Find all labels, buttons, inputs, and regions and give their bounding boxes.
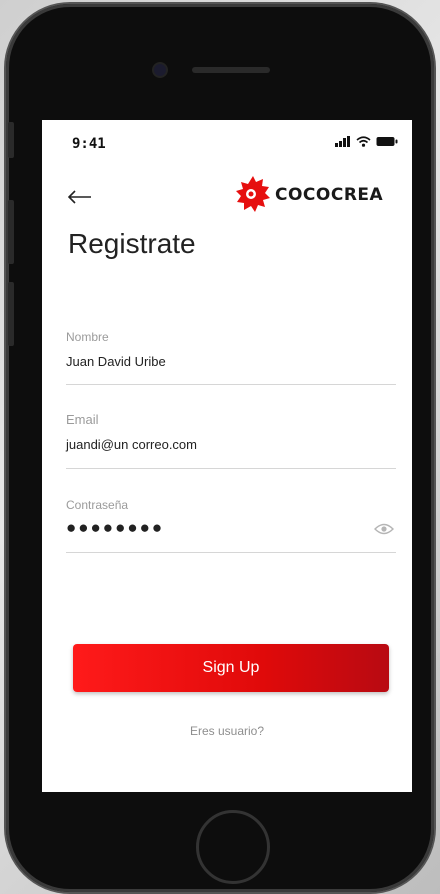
password-field[interactable]: Contraseña ●●●●●●●● xyxy=(66,498,396,553)
gear-flame-logo-icon xyxy=(236,176,270,212)
email-input[interactable]: juandi@un correo.com xyxy=(66,437,396,452)
password-input[interactable]: ●●●●●●●● xyxy=(66,518,396,538)
login-link[interactable]: Eres usuario? xyxy=(42,724,412,738)
email-field[interactable]: Email juandi@un correo.com xyxy=(66,412,396,469)
earpiece-speaker xyxy=(192,67,270,73)
brand-name: COCOCREA xyxy=(275,185,384,205)
arrow-left-icon[interactable] xyxy=(67,184,92,210)
signal-icon xyxy=(335,136,350,147)
name-field[interactable]: Nombre Juan David Uribe xyxy=(66,330,396,385)
status-time: 9:41 xyxy=(72,136,106,152)
app-screen: 9:41 COCOCREA Registrate Nombre Juan Dav… xyxy=(42,120,412,792)
volume-down-button xyxy=(8,282,14,346)
eye-icon[interactable] xyxy=(374,522,394,540)
brand-logo: COCOCREA xyxy=(234,174,383,216)
sign-up-button[interactable]: Sign Up xyxy=(73,644,389,692)
name-input[interactable]: Juan David Uribe xyxy=(66,354,396,369)
wifi-icon xyxy=(356,136,371,147)
phone-frame: 9:41 COCOCREA Registrate Nombre Juan Dav… xyxy=(6,4,434,892)
page-title: Registrate xyxy=(68,228,196,259)
password-label: Contraseña xyxy=(66,498,129,512)
mute-switch xyxy=(8,122,14,158)
status-icons xyxy=(335,136,398,147)
battery-icon xyxy=(376,137,398,146)
name-label: Nombre xyxy=(66,330,109,344)
volume-up-button xyxy=(8,200,14,264)
status-bar: 9:41 xyxy=(42,120,412,164)
email-label: Email xyxy=(66,412,99,427)
home-button[interactable] xyxy=(196,810,270,884)
front-camera xyxy=(154,64,166,76)
